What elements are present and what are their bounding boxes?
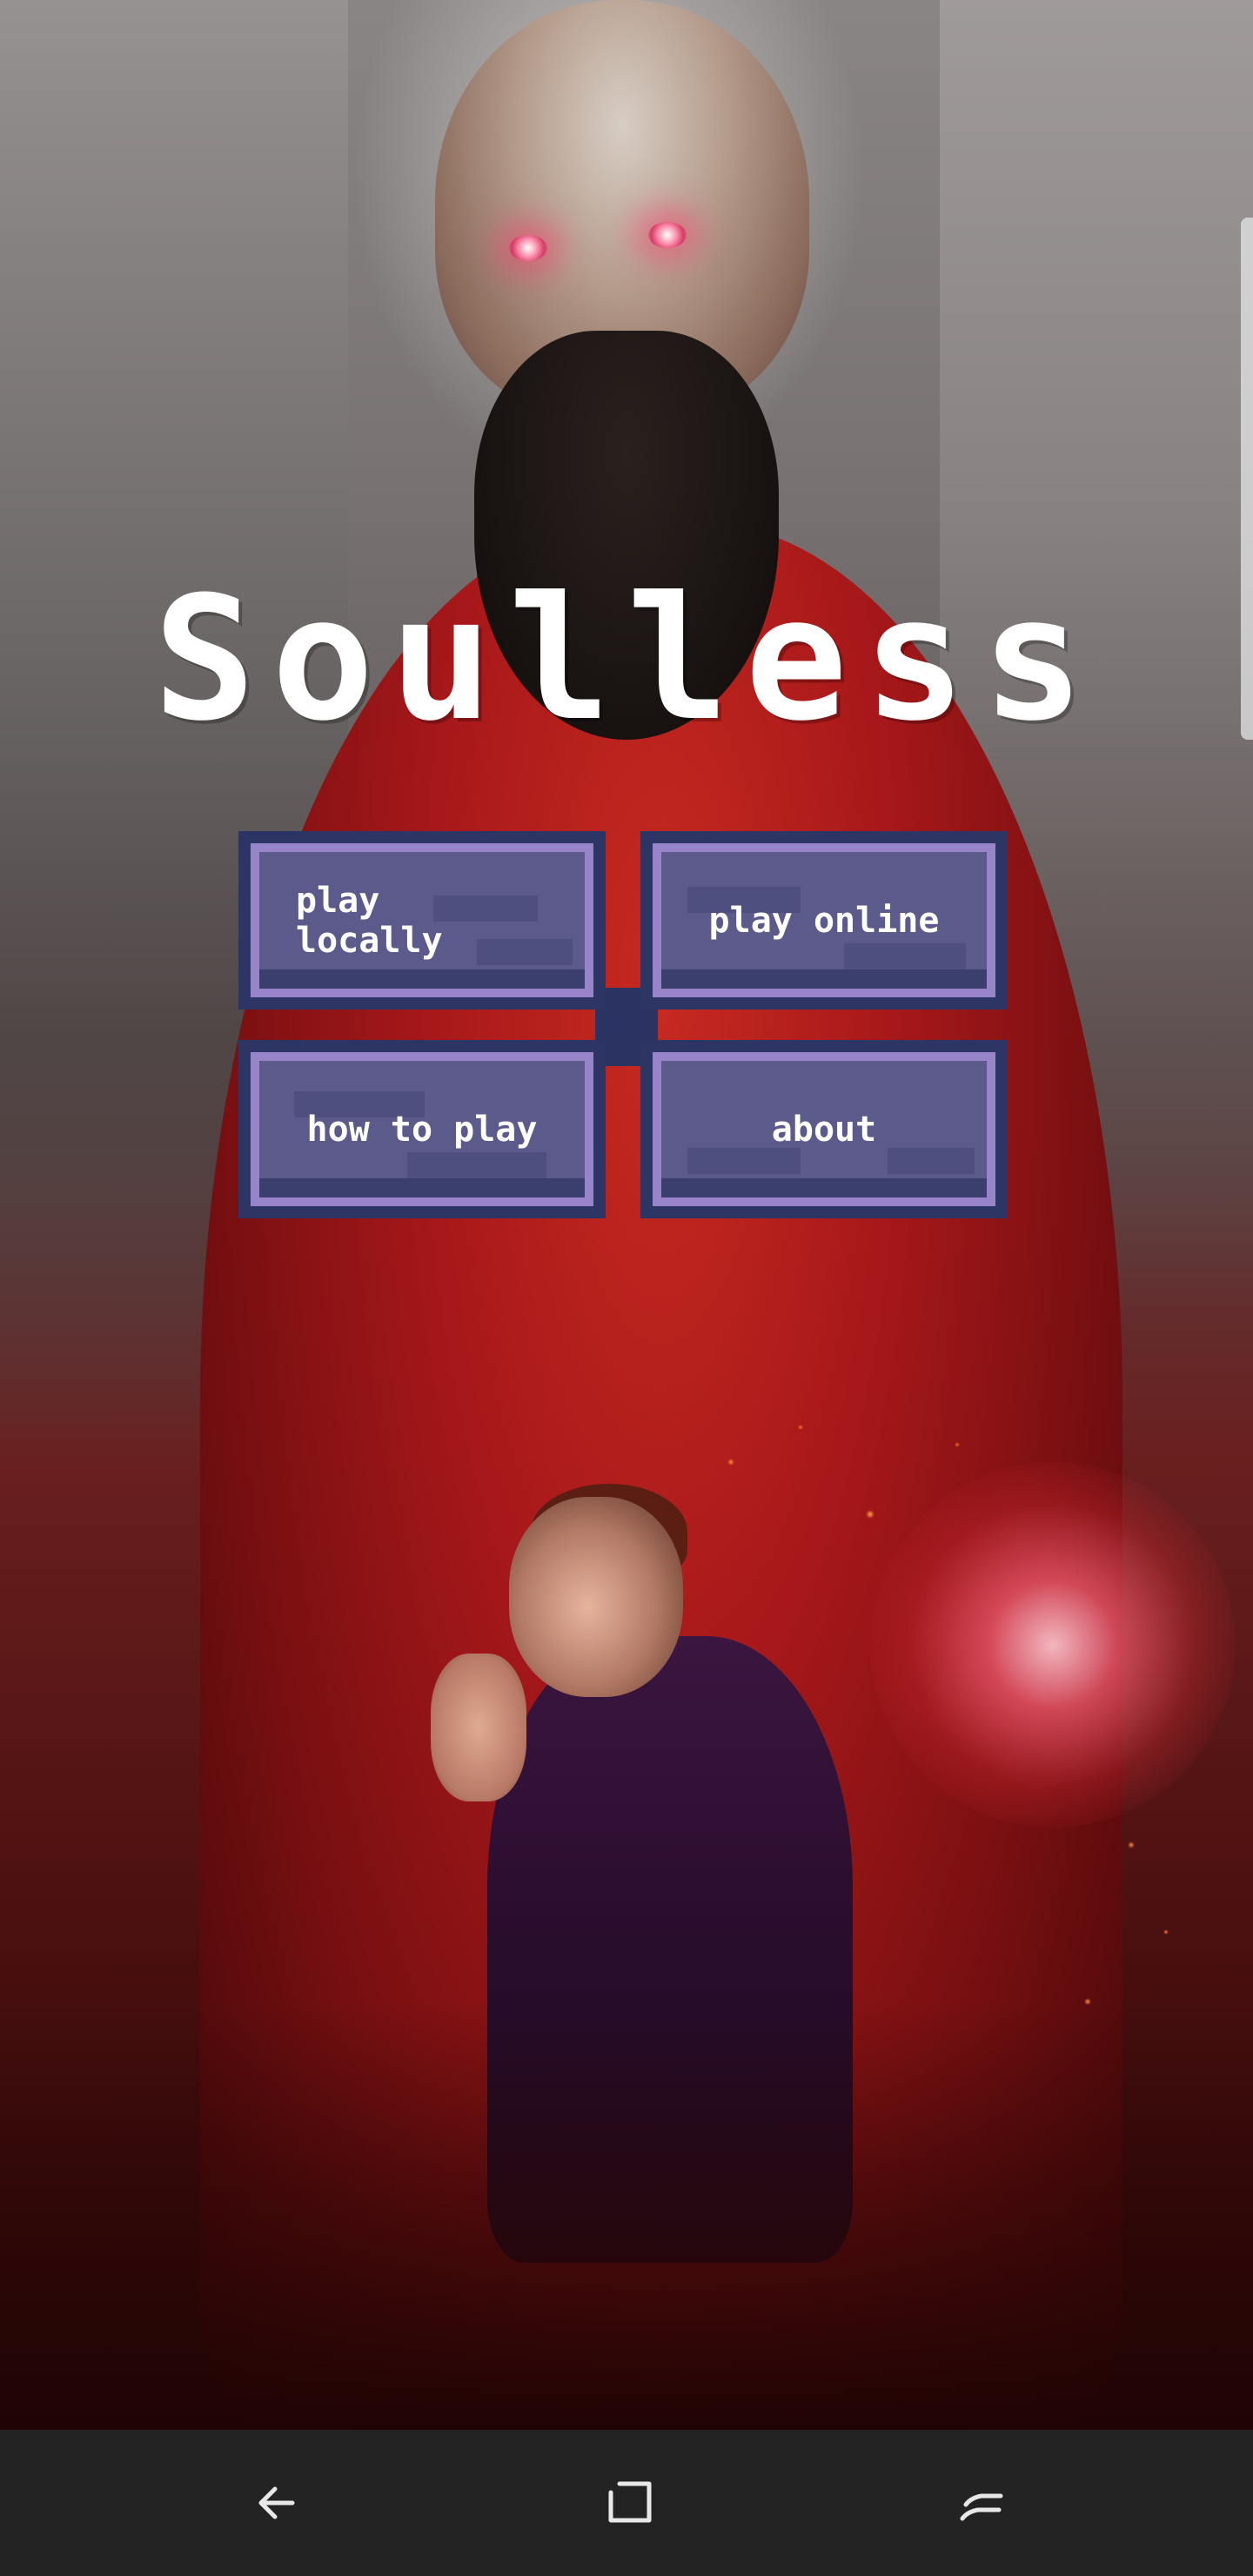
glowing-eye-right (648, 222, 687, 248)
glowing-eye-left (509, 235, 547, 261)
bottom-shadow (0, 2002, 1253, 2430)
back-button[interactable] (235, 2459, 322, 2546)
home-button[interactable] (586, 2459, 673, 2546)
play-locally-button[interactable]: play locally (238, 831, 606, 1010)
praying-hands (431, 1654, 526, 1801)
recent-apps-button[interactable] (938, 2459, 1025, 2546)
play-online-label: play online (708, 900, 940, 941)
home-icon (608, 2481, 652, 2523)
about-button[interactable]: about (640, 1040, 1008, 1218)
brick-pattern (687, 1148, 801, 1174)
play-locally-label: play locally (296, 881, 443, 961)
how-to-play-button[interactable]: how to play (238, 1040, 606, 1218)
game-title: Soulless (152, 560, 1100, 759)
system-navigation-bar (0, 2430, 1253, 2576)
brick-pattern (844, 943, 966, 969)
play-locally-label-line1: play (296, 880, 380, 921)
priest-head (509, 1497, 683, 1697)
brick-pattern (433, 896, 538, 922)
about-label: about (771, 1109, 877, 1150)
brick-pattern (477, 939, 573, 965)
brick-pattern (407, 1152, 546, 1178)
main-menu: play locally play online how to play abo… (238, 831, 1015, 1223)
play-locally-label-line2: locally (296, 920, 443, 961)
recent-apps-icon (960, 2493, 1003, 2521)
brick-pattern (888, 1148, 975, 1174)
back-icon (258, 2486, 295, 2519)
how-to-play-label: how to play (306, 1109, 538, 1150)
play-online-button[interactable]: play online (640, 831, 1008, 1010)
